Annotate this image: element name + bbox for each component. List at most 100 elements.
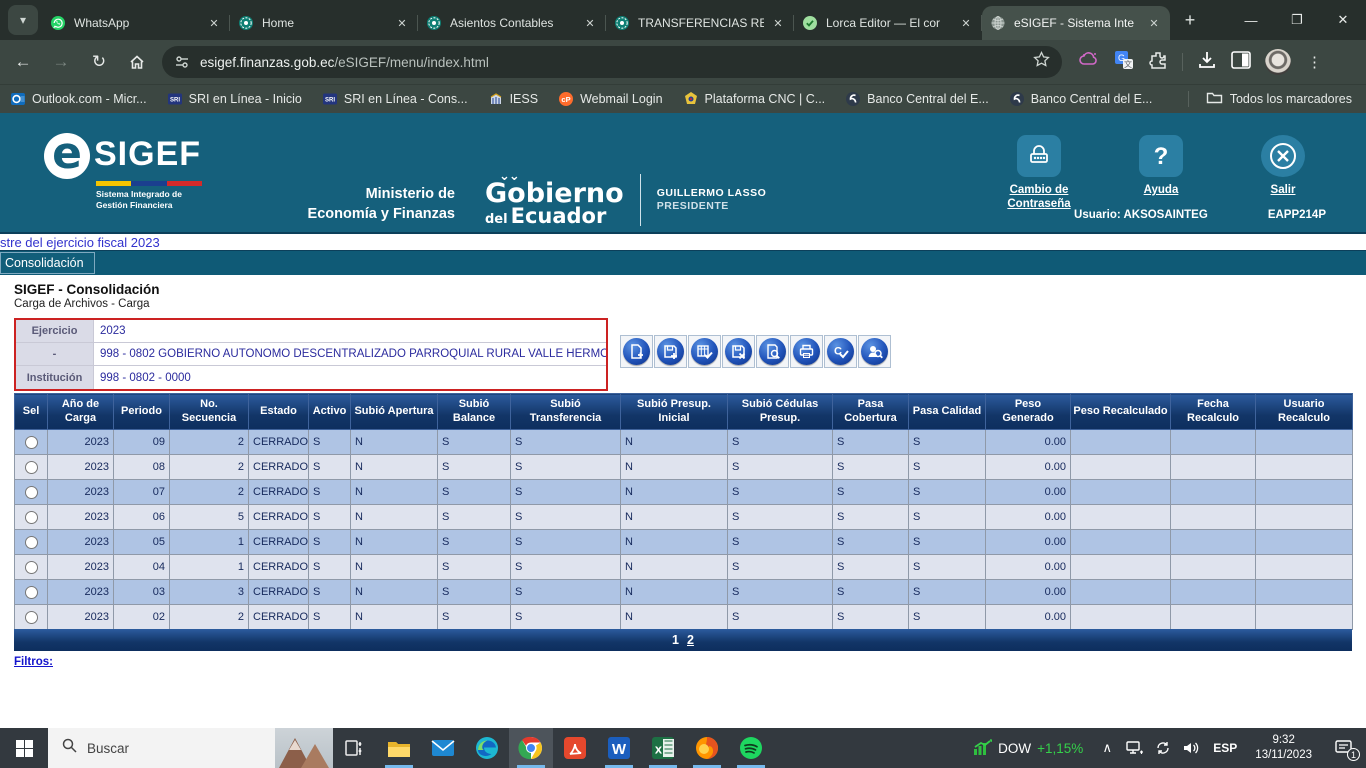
tab-close-icon[interactable]: ✕ [1146, 15, 1162, 31]
toolbar-button-print[interactable] [790, 335, 823, 368]
rotation-lock-icon[interactable] [1149, 728, 1177, 768]
table-cell: 2023 [48, 430, 114, 455]
table-cell: 2 [170, 430, 249, 455]
translate-extension-icon[interactable]: G文 [1114, 50, 1134, 75]
toolbar-button-user-search[interactable] [858, 335, 891, 368]
toolbar-button-delete-record[interactable] [722, 335, 755, 368]
downloads-icon[interactable] [1197, 50, 1217, 75]
toolbar-button-new-record[interactable] [620, 335, 653, 368]
row-radio-button[interactable] [25, 611, 38, 624]
row-radio-button[interactable] [25, 586, 38, 599]
close-button[interactable]: ✕ [1320, 0, 1366, 40]
bookmark-item[interactable]: SRISRI en Línea - Cons... [312, 91, 478, 107]
pagination-page-link[interactable]: 2 [687, 633, 694, 647]
bookmark-item[interactable]: SRISRI en Línea - Inicio [157, 91, 312, 107]
cloud-extension-icon[interactable] [1078, 50, 1100, 75]
bookmark-item[interactable]: Outlook.com - Micr... [0, 91, 157, 107]
browser-tab[interactable]: TRANSFERENCIAS RE✕ [606, 6, 794, 40]
clock[interactable]: 9:32 13/11/2023 [1245, 733, 1322, 763]
bookmark-label: Banco Central del E... [1031, 92, 1153, 106]
tab-close-icon[interactable]: ✕ [770, 15, 786, 31]
bookmark-favicon-sri-icon: SRI [167, 91, 183, 107]
column-header: Estado [249, 394, 309, 430]
tab-search-button[interactable]: ▾ [8, 5, 38, 35]
tab-close-icon[interactable]: ✕ [958, 15, 974, 31]
home-button[interactable] [122, 47, 152, 77]
stock-widget[interactable]: DOW +1,15% [962, 739, 1093, 757]
menu-tab-consolidacion[interactable]: Consolidación [0, 252, 95, 274]
header-action-cambio-contrasena[interactable]: Cambio deContraseña [996, 135, 1082, 212]
header-action-salir[interactable]: Salir [1240, 135, 1326, 212]
minimize-button[interactable]: — [1228, 0, 1274, 40]
toolbar-button-preview-document[interactable] [756, 335, 789, 368]
taskbar-app-firefox[interactable] [685, 728, 729, 768]
taskbar-app-spotify[interactable] [729, 728, 773, 768]
user-search-icon [861, 338, 888, 365]
row-radio-button[interactable] [25, 511, 38, 524]
volume-icon[interactable] [1177, 728, 1205, 768]
tab-close-icon[interactable]: ✕ [582, 15, 598, 31]
taskbar-app-mail[interactable] [421, 728, 465, 768]
form-value[interactable]: 998 - 0802 - 0000 [94, 366, 606, 389]
profile-avatar[interactable] [1265, 49, 1291, 75]
table-cell: S [438, 505, 511, 530]
start-button[interactable] [0, 728, 48, 768]
row-radio-button[interactable] [25, 461, 38, 474]
browser-tab[interactable]: WhatsApp✕ [42, 6, 230, 40]
bookmark-item[interactable]: Plataforma CNC | C... [673, 91, 836, 107]
network-icon[interactable] [1121, 728, 1149, 768]
taskbar-app-chrome[interactable] [509, 728, 553, 768]
side-panel-icon[interactable] [1231, 51, 1251, 74]
bookmark-item[interactable]: Banco Central del E... [835, 91, 999, 107]
browser-tab[interactable]: eSIGEF - Sistema Inte✕ [982, 6, 1170, 40]
browser-tab[interactable]: Asientos Contables✕ [418, 6, 606, 40]
row-radio-button[interactable] [25, 436, 38, 449]
row-radio-button[interactable] [25, 486, 38, 499]
forward-button[interactable]: → [46, 47, 76, 77]
browser-tab[interactable]: Home✕ [230, 6, 418, 40]
taskbar-app-file-explorer[interactable] [377, 728, 421, 768]
bookmark-star-icon[interactable] [1033, 51, 1050, 73]
tab-close-icon[interactable]: ✕ [394, 15, 410, 31]
taskbar-app-pdf-app[interactable] [553, 728, 597, 768]
extensions-puzzle-icon[interactable] [1148, 50, 1168, 75]
validate-grid-icon [691, 338, 718, 365]
tab-close-icon[interactable]: ✕ [206, 15, 222, 31]
table-cell: N [621, 555, 728, 580]
quality-check-icon: C [827, 338, 854, 365]
table-cell: 2023 [48, 455, 114, 480]
all-bookmarks-button[interactable]: Todos los marcadores [1188, 90, 1366, 108]
bookmark-item[interactable]: cPWebmail Login [548, 91, 672, 107]
taskbar-app-word[interactable]: W [597, 728, 641, 768]
url-bar[interactable]: esigef.finanzas.gob.ec/eSIGEF/menu/index… [162, 46, 1062, 78]
restore-button[interactable]: ❐ [1274, 0, 1320, 40]
bookmark-item[interactable]: Banco Central del E... [999, 91, 1163, 107]
taskbar-app-edge[interactable] [465, 728, 509, 768]
table-cell: 2023 [48, 555, 114, 580]
tray-expand-chevron[interactable]: ∧ [1093, 728, 1121, 768]
toolbar-button-quality-check[interactable]: C [824, 335, 857, 368]
toolbar-button-validate-grid[interactable] [688, 335, 721, 368]
taskbar-app-excel[interactable]: x [641, 728, 685, 768]
table-cell: S [438, 530, 511, 555]
row-radio-button[interactable] [25, 561, 38, 574]
cambio-contrasena-icon [1017, 135, 1061, 177]
form-value[interactable]: 998 - 0802 GOBIERNO AUTONOMO DESCENTRALI… [94, 343, 606, 365]
header-action-ayuda[interactable]: ?Ayuda [1118, 135, 1204, 212]
notification-center-button[interactable]: 1 [1322, 728, 1366, 768]
reload-button[interactable]: ↻ [84, 47, 114, 77]
site-info-icon[interactable] [174, 54, 190, 70]
toolbar-button-save-upload[interactable] [654, 335, 687, 368]
row-radio-button[interactable] [25, 536, 38, 549]
taskbar-search[interactable]: Buscar [48, 728, 333, 768]
browser-tab[interactable]: Lorca Editor — El cor✕ [794, 6, 982, 40]
browser-menu-icon[interactable]: ⋮ [1307, 53, 1323, 71]
task-view-button[interactable] [333, 728, 377, 768]
back-button[interactable]: ← [8, 47, 38, 77]
new-tab-button[interactable]: + [1176, 6, 1204, 34]
filters-link[interactable]: Filtros: [14, 656, 53, 668]
bookmark-item[interactable]: IESS [478, 91, 549, 107]
table-cell: CERRADO [249, 580, 309, 605]
form-value[interactable]: 2023 [94, 320, 606, 342]
language-indicator[interactable]: ESP [1205, 741, 1245, 755]
